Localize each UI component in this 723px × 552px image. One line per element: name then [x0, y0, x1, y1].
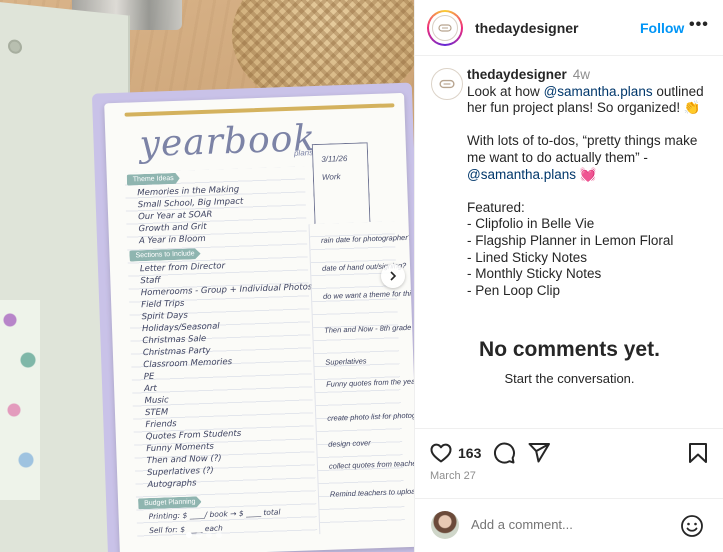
caption-text: 💓	[576, 166, 597, 182]
brand-logo-icon	[439, 79, 455, 89]
caption-text: me want to do actually them” -	[467, 149, 648, 165]
no-comments-title: No comments yet.	[479, 338, 660, 361]
more-options-button[interactable]: •••	[689, 16, 709, 34]
emoji-icon[interactable]	[680, 514, 704, 538]
post-date[interactable]: March 27	[430, 470, 476, 482]
featured-item: - Lined Sticky Notes	[467, 249, 588, 265]
featured-heading: Featured:	[467, 199, 525, 215]
include-item: Friends	[145, 419, 177, 431]
include-item: Art	[143, 383, 157, 395]
include-item: Music	[144, 395, 169, 407]
planner-title: yearbook	[138, 118, 317, 166]
carousel-dot	[206, 532, 212, 538]
include-item: Autographs	[147, 478, 197, 491]
carousel-dot	[196, 532, 202, 538]
planner-header-bar	[124, 103, 395, 117]
post-username[interactable]: thedaydesigner	[475, 20, 578, 36]
caption-avatar[interactable]	[431, 68, 463, 100]
comment-bar	[415, 498, 723, 552]
planner-title-suffix: plans	[293, 148, 314, 158]
caption-text: Look at how	[467, 83, 544, 99]
no-comments-subtitle: Start the conversation.	[504, 371, 635, 386]
chevron-right-icon	[390, 271, 397, 281]
include-item: Staff	[140, 275, 161, 287]
featured-item: - Monthly Sticky Notes	[467, 266, 602, 282]
post-age[interactable]: 4w	[573, 67, 590, 82]
story-ring-avatar[interactable]	[427, 9, 463, 46]
caption-text: With lots of to-dos, “pretty things make	[467, 133, 698, 149]
include-item: Spirit Days	[141, 310, 189, 323]
carousel-dot	[186, 532, 192, 538]
post-header: thedaydesigner Follow •••	[415, 0, 723, 56]
date-pennant: 3/11/26 Work	[312, 142, 371, 224]
featured-item: - Clipfolio in Belle Vie	[467, 216, 595, 232]
pennant-date: 3/11/26	[321, 153, 348, 164]
featured-item: - Pen Loop Clip	[467, 282, 561, 298]
carousel-dots	[186, 532, 222, 538]
todo-item: Funny quotes from the year	[325, 376, 414, 389]
comment-icon[interactable]	[492, 441, 516, 465]
folio-snap-button	[8, 38, 22, 55]
featured-item: - Flagship Planner in Lemon Floral	[467, 232, 674, 248]
mention-link[interactable]: @samantha.plans	[544, 84, 653, 99]
share-icon[interactable]	[527, 441, 551, 465]
carousel-next-button[interactable]	[381, 264, 405, 288]
todo-item: design cover	[328, 438, 371, 449]
follow-button[interactable]: Follow	[640, 20, 684, 36]
todo-item: rain date for photographer?	[320, 232, 413, 245]
comment-input[interactable]	[471, 517, 671, 532]
mention-link[interactable]: @samantha.plans	[467, 167, 576, 182]
floral-pattern	[0, 300, 40, 500]
todo-item: Superlatives	[325, 356, 367, 367]
post-caption: thedaydesigner 4w Look at how @samantha.p…	[467, 67, 717, 299]
post-actions: 163	[415, 428, 723, 476]
include-item: Field Trips	[141, 298, 185, 311]
section-tag-budget: Budget Planning	[138, 496, 202, 509]
like-count[interactable]: 163	[458, 445, 481, 461]
bookmark-icon[interactable]	[687, 441, 709, 465]
current-user-avatar	[431, 511, 459, 539]
heart-icon[interactable]	[429, 441, 453, 465]
caption-text: outlined	[652, 83, 704, 99]
carousel-dot	[216, 532, 222, 538]
include-item: PE	[143, 371, 155, 383]
pennant-label: Work	[321, 172, 341, 182]
post-photo[interactable]: yearbook plans 3/11/26 Work Theme Ideas …	[0, 0, 414, 552]
include-item: STEM	[144, 407, 169, 419]
caption-username[interactable]: thedaydesigner	[467, 67, 567, 82]
caption-text: her fun project plans! So organized! 👏	[467, 100, 701, 116]
post-details-panel: thedaydesigner Follow ••• thedaydesigner…	[414, 0, 723, 552]
section-tag-theme: Theme Ideas	[127, 173, 180, 186]
brand-logo-icon	[432, 14, 458, 41]
planner-page: yearbook plans 3/11/26 Work Theme Ideas …	[104, 92, 414, 552]
